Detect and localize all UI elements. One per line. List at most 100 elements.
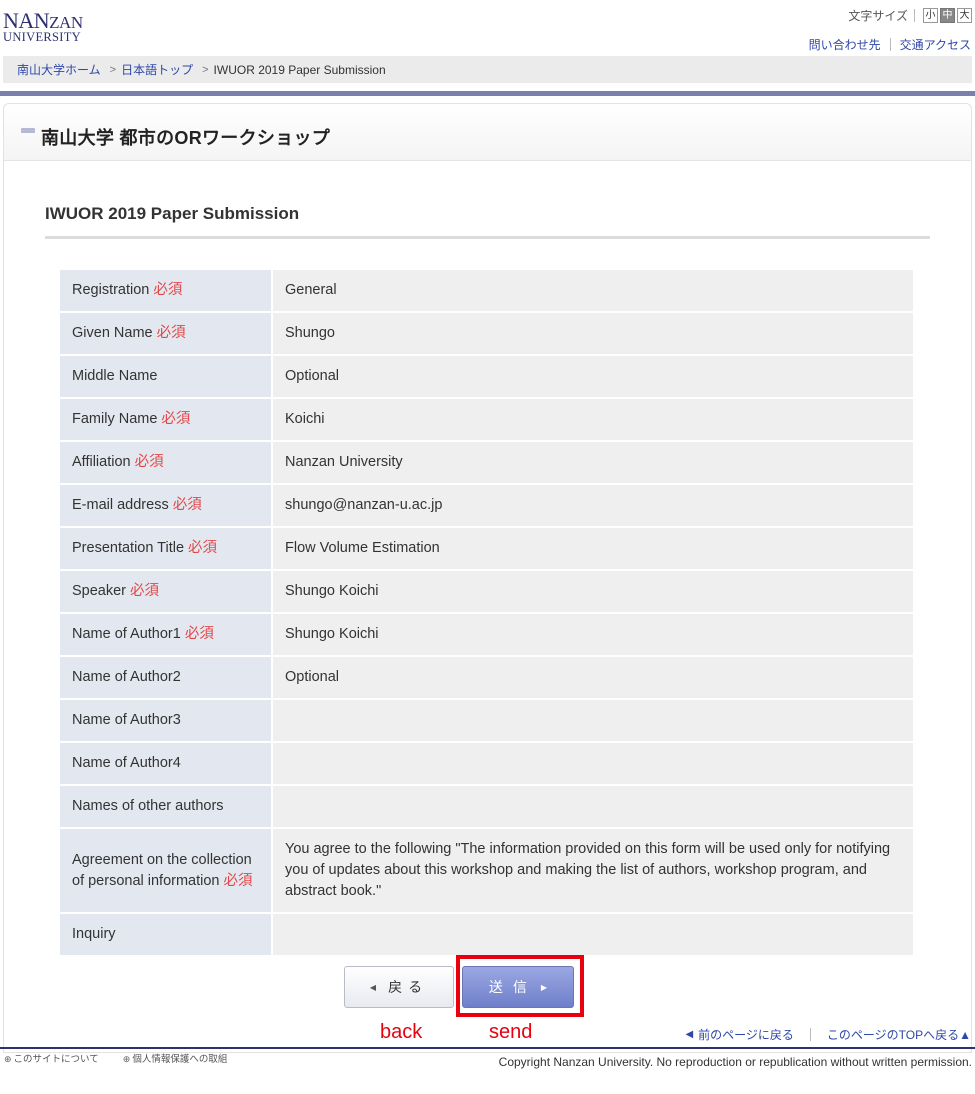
required-badge: 必須 <box>172 497 202 513</box>
table-row: Speaker 必須 Shungo Koichi <box>60 571 913 614</box>
field-label-text: Speaker <box>72 583 127 599</box>
diamond-plus-icon: ⊕ <box>122 1054 131 1064</box>
send-button[interactable]: 送信 ▶ <box>462 966 574 1008</box>
field-label-text: Name of Author3 <box>72 712 181 728</box>
header-links: 問い合わせ先 交通アクセス <box>809 36 971 53</box>
field-label-text: Affiliation <box>72 454 131 470</box>
field-value: Shungo Koichi <box>273 571 913 614</box>
field-value: Optional <box>273 657 913 700</box>
field-label-text: Name of Author1 <box>72 626 181 642</box>
table-row: Presentation Title 必須 Flow Volume Estimati… <box>60 528 913 571</box>
field-label-text: Middle Name <box>72 368 158 384</box>
breadcrumb-separator-icon: > <box>202 63 209 76</box>
header-divider-bar <box>0 91 975 96</box>
table-row: Affiliation 必須 Nanzan University <box>60 442 913 485</box>
breadcrumb-current: IWUOR 2019 Paper Submission <box>213 62 386 77</box>
back-button-label: 戻る <box>388 979 429 995</box>
field-value: General <box>273 270 913 313</box>
breadcrumb-home-link[interactable]: 南山大学ホーム <box>17 61 101 78</box>
title-marker-icon <box>21 128 35 133</box>
font-size-small-button[interactable]: 小 <box>923 8 938 23</box>
field-label: Presentation Title 必須 <box>60 528 273 571</box>
table-row: Name of Author1 必須 Shungo Koichi <box>60 614 913 657</box>
footer-links: ⊕ このサイトについて ⊕ 個人情報保護への取組 <box>4 1051 251 1065</box>
field-value: Shungo <box>273 313 913 356</box>
field-label-text: E-mail address <box>72 497 169 513</box>
breadcrumb-japanese-top-link[interactable]: 日本語トップ <box>121 61 193 78</box>
logo-wordmark: NANZAN <box>3 8 83 33</box>
page-top-link[interactable]: このページのTOPへ戻る▲ <box>827 1026 971 1043</box>
field-label-text: Inquiry <box>72 926 116 942</box>
field-label: Registration 必須 <box>60 270 273 313</box>
field-label: Names of other authors <box>60 786 273 829</box>
site-header: NANZAN UNIVERSITY 文字サイズ 小 中 大 問い合わせ先 交通ア… <box>0 0 975 56</box>
about-site-link[interactable]: ⊕ このサイトについて <box>4 1051 111 1065</box>
field-label-text: Given Name <box>72 325 153 341</box>
field-value <box>273 914 913 957</box>
field-value: Koichi <box>273 399 913 442</box>
table-row: Inquiry <box>60 914 913 957</box>
field-label-text: Presentation Title <box>72 540 185 556</box>
field-value: Flow Volume Estimation <box>273 528 913 571</box>
field-label-text: Names of other authors <box>72 798 224 814</box>
field-label: Middle Name <box>60 356 273 399</box>
table-row: Agreement on the collection of personal … <box>60 829 913 914</box>
main-panel: 南山大学 都市のORワークショップ IWUOR 2019 Paper Submi… <box>3 103 972 1053</box>
field-label: Inquiry <box>60 914 273 957</box>
field-label: E-mail address 必須 <box>60 485 273 528</box>
diamond-plus-icon: ⊕ <box>4 1054 12 1064</box>
divider <box>809 1028 811 1041</box>
send-button-label: 送信 <box>488 979 537 995</box>
nanzan-university-logo[interactable]: NANZAN UNIVERSITY <box>3 10 83 44</box>
required-badge: 必須 <box>153 282 183 298</box>
field-label: Name of Author1 必須 <box>60 614 273 657</box>
logo-subtitle: UNIVERSITY <box>3 30 81 44</box>
access-link[interactable]: 交通アクセス <box>900 36 971 53</box>
table-row: Given Name 必須 Shungo <box>60 313 913 356</box>
table-row: Registration 必須 General <box>60 270 913 313</box>
triangle-left-icon: ◀ <box>685 1029 694 1040</box>
required-badge: 必須 <box>134 454 164 470</box>
required-badge: 必須 <box>156 325 186 341</box>
contact-link[interactable]: 問い合わせ先 <box>809 36 881 53</box>
page-navigation: ◀ 前のページに戻る このページのTOPへ戻る▲ <box>685 1026 971 1043</box>
font-size-label: 文字サイズ <box>848 9 908 23</box>
privacy-link[interactable]: ⊕ 個人情報保護への取組 <box>123 1051 240 1065</box>
field-value <box>273 700 913 743</box>
table-row: Family Name 必須 Koichi <box>60 399 913 442</box>
field-label-text: Registration <box>72 282 150 298</box>
back-annotation: back <box>380 1021 423 1043</box>
copyright-text: Copyright Nanzan University. No reproduc… <box>498 1055 972 1069</box>
send-annotation: send <box>489 1021 533 1043</box>
field-label-text: Name of Author4 <box>72 755 181 771</box>
breadcrumb-separator-icon: > <box>109 63 117 76</box>
field-label-text: Name of Author2 <box>72 669 181 685</box>
table-row: Name of Author2 Optional <box>60 657 913 700</box>
field-label: Family Name 必須 <box>60 399 273 442</box>
required-badge: 必須 <box>184 626 214 642</box>
font-size-medium-button[interactable]: 中 <box>940 8 955 23</box>
panel-header: 南山大学 都市のORワークショップ <box>4 104 971 161</box>
confirmation-table: Registration 必須 General Given Name 必須 Shungo M… <box>60 270 913 957</box>
prev-page-link[interactable]: 前のページに戻る <box>698 1026 794 1043</box>
table-row: Name of Author4 <box>60 743 913 786</box>
required-badge: 必須 <box>130 583 160 599</box>
field-label-text: Family Name <box>72 411 158 427</box>
table-row: Names of other authors <box>60 786 913 829</box>
footer-divider <box>0 1047 975 1049</box>
field-label: Name of Author2 <box>60 657 273 700</box>
field-value: shungo@nanzan-u.ac.jp <box>273 485 913 528</box>
required-badge: 必須 <box>188 540 218 556</box>
field-label: Speaker 必須 <box>60 571 273 614</box>
field-value: You agree to the following "The informat… <box>273 829 913 914</box>
font-size-large-button[interactable]: 大 <box>957 8 972 23</box>
field-value: Optional <box>273 356 913 399</box>
breadcrumb: 南山大学ホーム > 日本語トップ > IWUOR 2019 Paper Subm… <box>3 56 972 83</box>
required-badge: 必須 <box>223 872 253 889</box>
page-title: 南山大学 都市のORワークショップ <box>41 128 331 148</box>
field-value: Nanzan University <box>273 442 913 485</box>
table-row: E-mail address 必須 shungo@nanzan-u.ac.jp <box>60 485 913 528</box>
back-button[interactable]: ◀ 戻る <box>344 966 454 1008</box>
divider <box>914 9 915 22</box>
field-value: Shungo Koichi <box>273 614 913 657</box>
